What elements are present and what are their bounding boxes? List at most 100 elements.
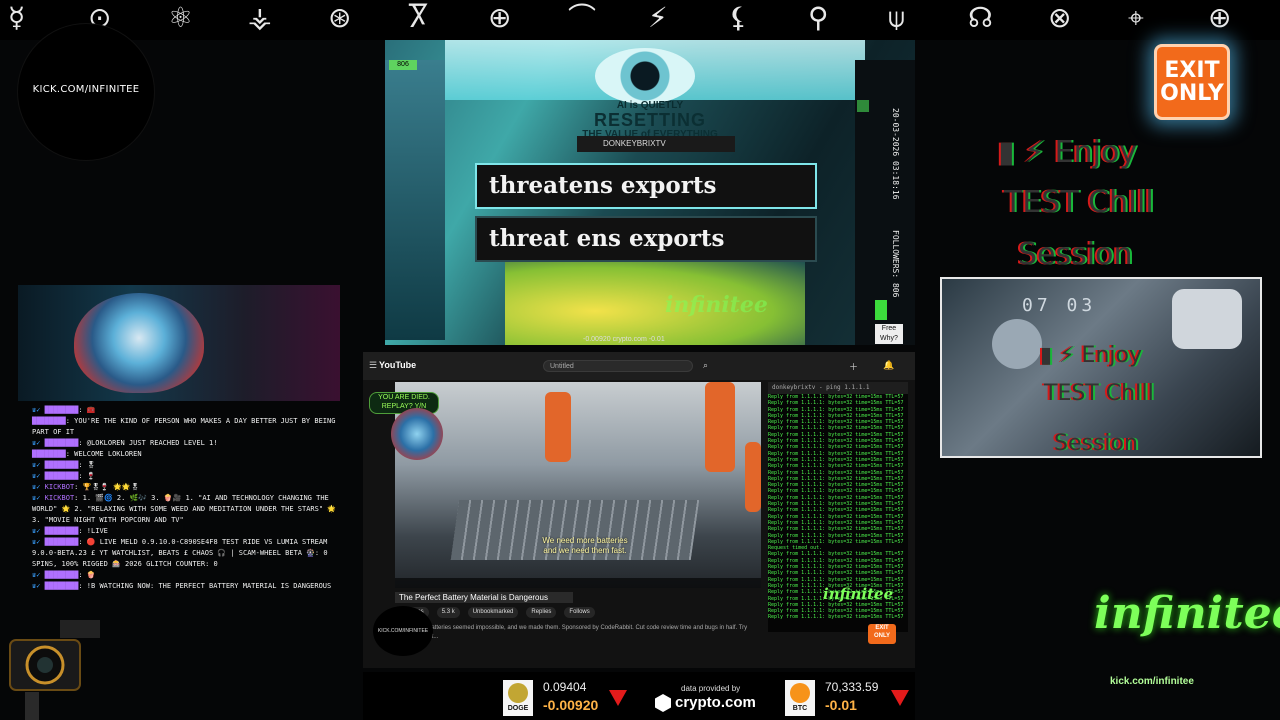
chat-username[interactable]: ████████ [45, 406, 79, 414]
follower-badge: 806 [389, 60, 417, 70]
menu-icon[interactable]: ☰ [369, 360, 377, 371]
caption-line-1: We need more batteries [542, 536, 628, 545]
crypto-com-logo-icon [655, 694, 671, 712]
chat-message: ♛✓ ████████: 🍷 [32, 471, 338, 482]
chat-message: ♛✓ KICKBOT: 🏆🎖🍷 🌟🌟🎖 [32, 482, 338, 493]
camera-icon [9, 620, 100, 720]
chat-username[interactable]: ████████ [45, 439, 79, 447]
video-caption: We need more batteries and we need them … [525, 536, 645, 556]
chat-badge-icon: ♛✓ [32, 538, 41, 546]
terminal-line: Reply from 1.1.1.1: bytes=32 time=15ms T… [768, 570, 904, 577]
chat-message: ████████: YOU'RE THE KIND OF PERSON WHO … [32, 416, 338, 438]
create-icon[interactable]: ＋ [849, 360, 858, 373]
chat-username[interactable]: ████████ [45, 571, 79, 579]
video-action-button[interactable]: Replies [526, 607, 557, 618]
robot-arm-far [745, 442, 761, 512]
symbol-glyph: ⊗ [1048, 1, 1072, 34]
exit-small-line2: ONLY [873, 633, 891, 639]
video-action-button[interactable]: 5.3 k [436, 607, 460, 618]
chat-message: ♛✓ ████████: !LIVE [32, 526, 338, 537]
symbol-glyph: ☊ [968, 1, 993, 34]
doge-down-arrow-icon [609, 690, 627, 706]
youtube-window: ☰ YouTube Untitled ⌕ ＋ 🔔 We need more ba… [363, 352, 915, 668]
chat-log: ♛✓ ████████: 🧰 ████████: YOU'RE THE KIND … [32, 405, 338, 615]
terminal-line: Reply from 1.1.1.1: bytes=32 time=15ms T… [768, 532, 904, 539]
doge-price: 0.09404 [543, 680, 587, 694]
terminal-line: Reply from 1.1.1.1: bytes=32 time=15ms T… [768, 488, 904, 495]
threatens-exports-caption-2: threat ens exports [477, 218, 815, 260]
chat-message: ♛✓ ████████: 🔴 LIVE MELD 0.9.10.0-C890SE… [32, 537, 338, 570]
chat-username[interactable]: KICKBOT [45, 483, 75, 491]
chat-badge-icon: ♛✓ [32, 472, 41, 480]
youtube-video-player[interactable]: We need more batteries and we need them … [395, 382, 761, 588]
search-icon[interactable]: ⌕ [703, 360, 708, 371]
symbol-glyph: ⊛ [328, 1, 352, 34]
chat-text: : 🍷 [78, 472, 96, 480]
chat-username[interactable]: KICKBOT [45, 494, 75, 502]
chat-badge-icon: ♛✓ [32, 571, 41, 579]
youtube-topbar: ☰ YouTube Untitled ⌕ ＋ 🔔 [363, 352, 915, 380]
chat-username[interactable]: ████████ [45, 461, 79, 469]
chat-username[interactable]: ████████ [45, 472, 79, 480]
notification-icon[interactable]: 🔔 [883, 360, 894, 371]
right-cam-overlay-line1: ▮ ⚡ Enjoy [1040, 343, 1142, 368]
chat-username[interactable]: ████████ [32, 450, 66, 458]
chat-badge-icon: ♛✓ [32, 582, 41, 590]
symbol-glyph: ☿ [8, 1, 26, 34]
kick-url-circle: KICK.COM/INFINITEE [18, 24, 154, 160]
symbol-glyph: ⚛ [168, 1, 194, 34]
btc-down-arrow-icon [891, 690, 909, 706]
brain-webcam-panel [18, 285, 340, 401]
right-cam-overlay-line2: TEST ChIll [1044, 381, 1154, 406]
right-cam-overlay-line3: Session [1054, 431, 1138, 456]
terminal-line: Reply from 1.1.1.1: bytes=32 time=15ms T… [768, 425, 904, 432]
chat-username[interactable]: ████████ [45, 538, 79, 546]
center-watermark: infinitee [665, 292, 768, 318]
chat-username[interactable]: ████████ [45, 527, 79, 535]
video-action-button[interactable]: Unbookmarked [467, 607, 519, 618]
terminal-line: Reply from 1.1.1.1: bytes=32 time=15ms T… [768, 576, 904, 583]
terminal-line: Reply from 1.1.1.1: bytes=32 time=15ms T… [768, 614, 904, 621]
exit-badge-line2: ONLY [1160, 81, 1224, 106]
stream-timestamp: 20-03-2026 03:18:16 [891, 108, 900, 200]
chat-message: ♛✓ ████████: 🎖 [32, 460, 338, 471]
chat-text: : !LIVE [78, 527, 108, 535]
video-action-button[interactable]: Follows [564, 607, 595, 618]
symbol-glyph: ⚸ [728, 1, 749, 34]
symbol-glyph: ⌖ [1128, 1, 1144, 34]
symbol-glyph: Ⴟ [408, 1, 429, 34]
youtube-logo[interactable]: YouTube [379, 360, 416, 370]
btc-change: -0.01 [825, 697, 857, 713]
crypto-ticker-bar: DOGE 0.09404 -0.00920 data provided by c… [363, 672, 915, 720]
terminal-line: Reply from 1.1.1.1: bytes=32 time=15ms T… [768, 507, 904, 514]
terminal-line: Reply from 1.1.1.1: bytes=32 time=15ms T… [768, 444, 904, 451]
threatens-exports-caption-1: threatens exports [477, 165, 815, 207]
kick-logo-icon [857, 100, 869, 112]
resetting-heading: AI is QUIETLY RESETTING THE VALUE of EVE… [385, 100, 915, 140]
data-provided-label: data provided by [681, 684, 741, 693]
terminal-line: Reply from 1.1.1.1: bytes=32 time=15ms T… [768, 463, 904, 470]
kick-url-label: KICK.COM/INFINITEE [32, 84, 140, 95]
symbol-glyph: ⊕ [488, 1, 512, 34]
infinitee-url: kick.com/infinitee [1110, 676, 1194, 687]
btc-symbol: BTC [792, 705, 808, 712]
video-controls[interactable] [395, 578, 761, 588]
infinitee-logo: infinitee [1094, 588, 1280, 639]
exit-only-badge: EXIT ONLY [1154, 44, 1230, 120]
chat-username[interactable]: ████████ [32, 417, 66, 425]
chat-text: : 1. 🎬🌀 2. 🌿🎶 3. 🍿🎥 1. "AI AND TECHNOLOG… [32, 494, 337, 524]
btc-coin-icon: BTC [785, 680, 815, 716]
enjoy-overlay-line1: ▮ ⚡ Enjoy [998, 135, 1138, 170]
channel-name-bar: DONKEYBRIXTV [577, 136, 735, 152]
chat-message: ♛✓ ████████: 🍿 [32, 570, 338, 581]
video-description: Sign-lithium batteries seemed impossible… [395, 625, 748, 640]
chat-text: : 🎖 [78, 461, 96, 469]
chat-badge-icon: ♛✓ [32, 439, 41, 447]
chat-username[interactable]: ████████ [45, 582, 79, 590]
video-title[interactable]: The Perfect Battery Material is Dangerou… [395, 592, 573, 603]
chat-text: : @LOKLOREN JUST REACHED LEVEL 1! [78, 439, 218, 447]
terminal-line: Reply from 1.1.1.1: bytes=32 time=15ms T… [768, 469, 904, 476]
level-meter-icon [875, 300, 887, 320]
terminal-line: Reply from 1.1.1.1: bytes=32 time=15ms T… [768, 551, 904, 558]
youtube-search-input[interactable]: Untitled [543, 360, 693, 372]
